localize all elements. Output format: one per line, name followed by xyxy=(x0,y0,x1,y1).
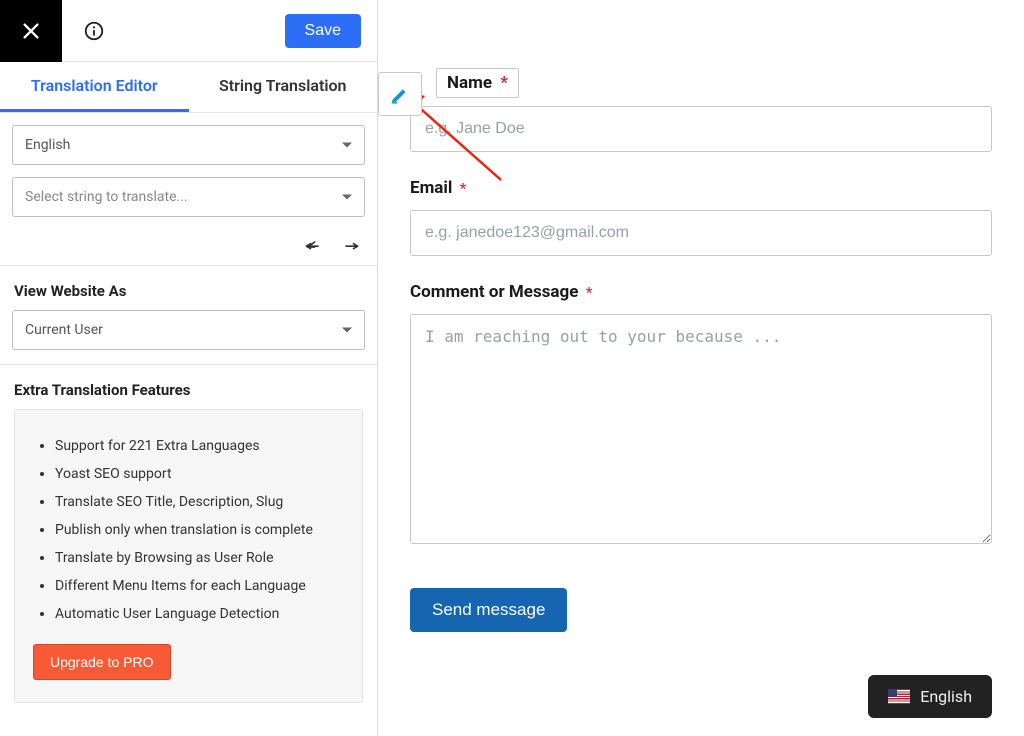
list-item: Translate SEO Title, Description, Slug xyxy=(55,488,344,516)
language-select-value: English xyxy=(25,137,70,153)
list-item: Support for 221 Extra Languages xyxy=(55,432,344,460)
email-label: Email xyxy=(410,178,452,198)
string-nav xyxy=(0,231,377,265)
main: Name * Email * Comment or Message * Send… xyxy=(378,0,1024,736)
message-textarea[interactable] xyxy=(410,314,992,544)
contact-form: Name * Email * Comment or Message * Send… xyxy=(410,68,992,632)
required-mark: * xyxy=(586,285,592,301)
save-button[interactable]: Save xyxy=(285,14,361,48)
extras-title: Extra Translation Features xyxy=(0,365,377,409)
upgrade-button[interactable]: Upgrade to PRO xyxy=(33,644,171,680)
list-item: Translate by Browsing as User Role xyxy=(55,544,344,572)
name-input[interactable] xyxy=(410,106,992,152)
close-button[interactable] xyxy=(0,0,62,62)
next-string-icon[interactable] xyxy=(341,237,361,257)
required-mark: * xyxy=(460,181,466,197)
list-item: Different Menu Items for each Language xyxy=(55,572,344,600)
required-mark: * xyxy=(500,73,508,93)
language-section: English Select string to translate... xyxy=(0,113,377,231)
list-item: Publish only when translation is complet… xyxy=(55,516,344,544)
tabs: Translation Editor String Translation xyxy=(0,62,377,113)
list-item: Automatic User Language Detection xyxy=(55,600,344,628)
topbar: Save xyxy=(0,0,377,62)
name-label-wrap[interactable]: Name * xyxy=(436,68,519,98)
view-as-section: Current User xyxy=(0,310,377,364)
field-name: Name * xyxy=(410,68,992,152)
string-select-placeholder: Select string to translate... xyxy=(25,189,188,205)
language-switcher-label: English xyxy=(920,687,972,706)
field-message: Comment or Message * xyxy=(410,282,992,548)
tab-translation-editor[interactable]: Translation Editor xyxy=(0,62,189,112)
email-input[interactable] xyxy=(410,210,992,256)
sidebar: Save Translation Editor String Translati… xyxy=(0,0,378,736)
close-icon xyxy=(20,20,42,42)
chevron-down-icon xyxy=(342,328,352,333)
name-label: Name xyxy=(447,73,492,93)
string-select[interactable]: Select string to translate... xyxy=(12,177,365,217)
chevron-down-icon xyxy=(342,143,352,148)
send-button[interactable]: Send message xyxy=(410,588,567,632)
extras-box: Support for 221 Extra Languages Yoast SE… xyxy=(14,409,363,703)
list-item: Yoast SEO support xyxy=(55,460,344,488)
message-label: Comment or Message xyxy=(410,282,578,302)
pencil-icon xyxy=(389,83,411,105)
extras-list: Support for 221 Extra Languages Yoast SE… xyxy=(33,432,344,628)
info-icon xyxy=(83,20,105,42)
edit-string-button[interactable] xyxy=(378,72,422,116)
chevron-down-icon xyxy=(342,195,352,200)
view-as-value: Current User xyxy=(25,322,103,338)
us-flag-icon xyxy=(888,689,910,704)
info-button[interactable] xyxy=(62,20,126,42)
view-as-title: View Website As xyxy=(0,266,377,310)
prev-string-icon[interactable] xyxy=(303,237,323,257)
language-select[interactable]: English xyxy=(12,125,365,165)
tab-string-translation[interactable]: String Translation xyxy=(189,62,378,112)
view-as-select[interactable]: Current User xyxy=(12,310,365,350)
field-email: Email * xyxy=(410,178,992,256)
language-switcher[interactable]: English xyxy=(868,675,992,718)
